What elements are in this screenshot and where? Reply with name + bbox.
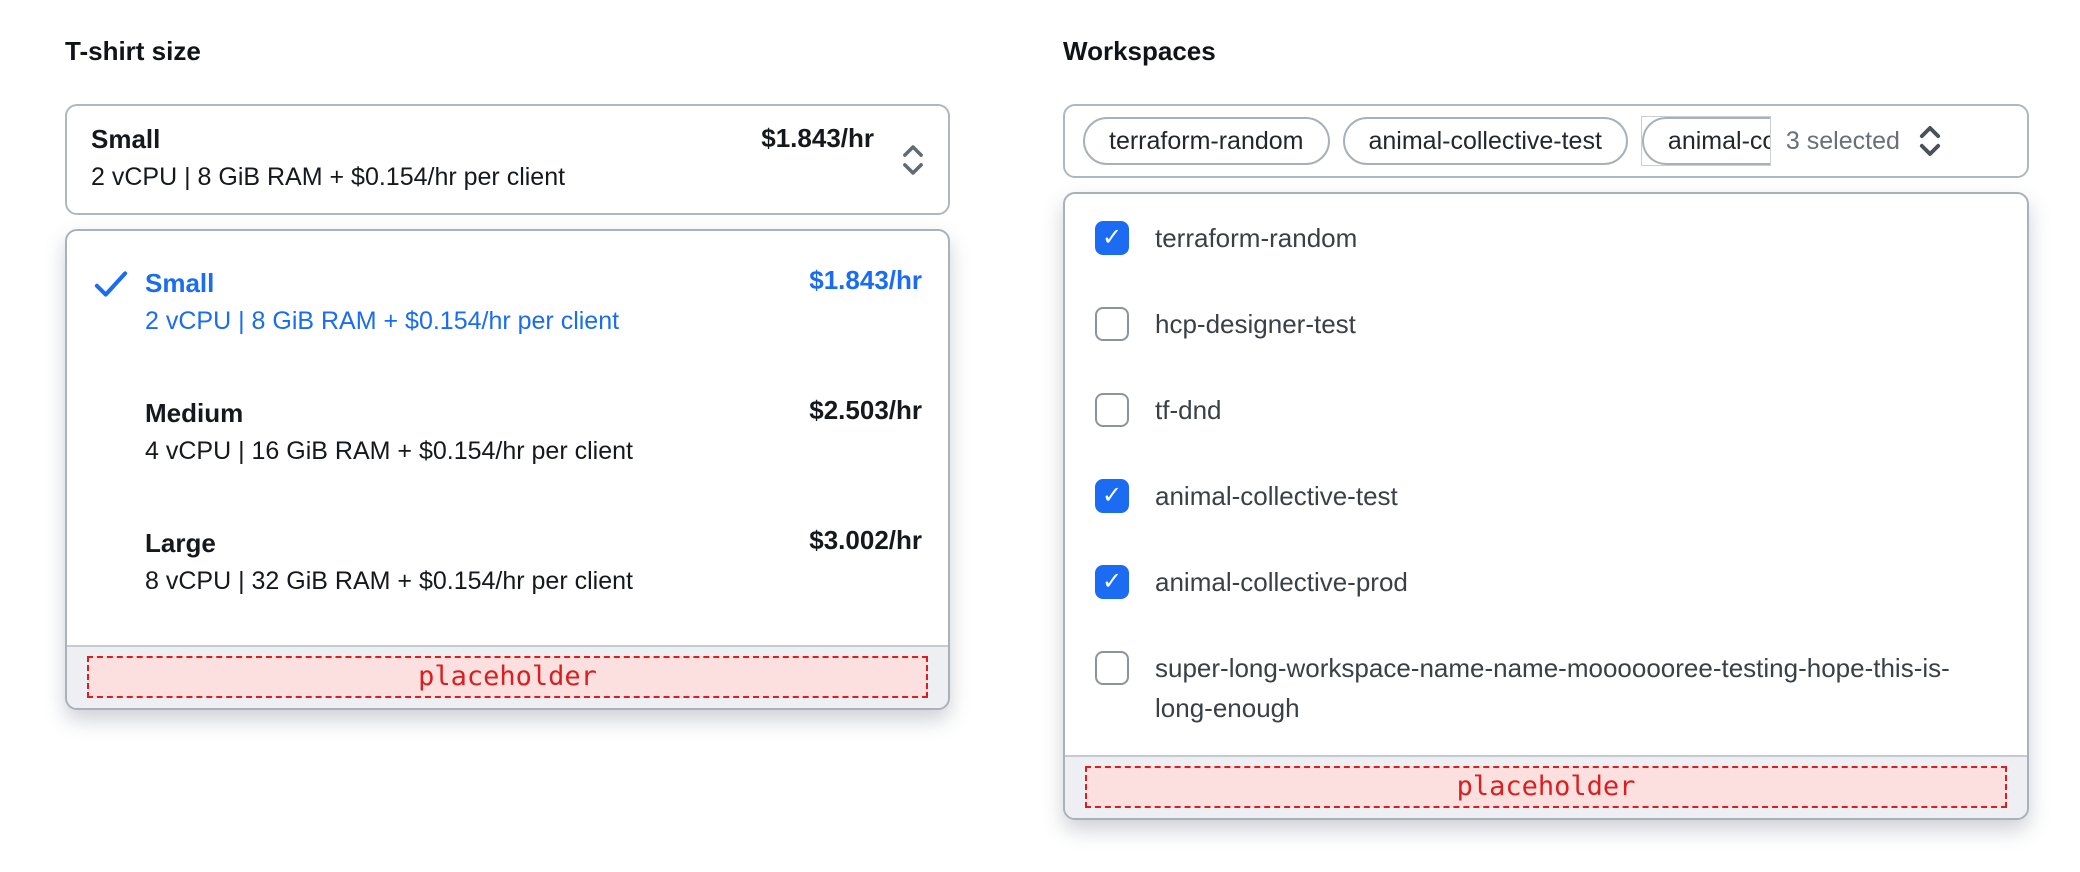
size-option-small[interactable]: Small $1.843/hr 2 vCPU | 8 GiB RAM + $0.…	[67, 239, 948, 369]
dropdown-footer: placeholder	[67, 645, 948, 708]
option-title: Small	[145, 268, 215, 298]
option-description: 2 vCPU | 8 GiB RAM + $0.154/hr per clien…	[145, 307, 620, 335]
option-title: Large	[145, 528, 216, 558]
checkbox[interactable]	[1095, 221, 1129, 255]
workspace-option-label: animal-collective-test	[1155, 481, 1398, 511]
check-icon	[93, 395, 145, 471]
workspaces-section: Workspaces terraform-random animal-colle…	[1063, 36, 2029, 820]
workspace-option-hcp-designer-test[interactable]: hcp-designer-test	[1095, 281, 2003, 367]
workspace-option-terraform-random[interactable]: terraform-random	[1095, 195, 2003, 281]
workspace-tag: animal-collective-test	[1342, 117, 1628, 165]
chevron-up-down-icon	[900, 142, 926, 178]
workspaces-options-list: terraform-random hcp-designer-test tf-dn…	[1065, 194, 2027, 755]
workspaces-select-trigger[interactable]: terraform-random animal-collective-test …	[1063, 104, 2029, 178]
size-option-large[interactable]: Large $3.002/hr 8 vCPU | 32 GiB RAM + $0…	[67, 499, 948, 629]
size-options-list: Small $1.843/hr 2 vCPU | 8 GiB RAM + $0.…	[67, 231, 948, 645]
workspace-option-tf-dnd[interactable]: tf-dnd	[1095, 367, 2003, 453]
dropdown-footer: placeholder	[1065, 755, 2027, 818]
tshirt-size-select-trigger[interactable]: Small 2 vCPU | 8 GiB RAM + $0.154/hr per…	[65, 104, 950, 215]
option-price: $2.503/hr	[809, 395, 922, 425]
option-description: 4 vCPU | 16 GiB RAM + $0.154/hr per clie…	[145, 437, 633, 465]
option-title: Medium	[145, 398, 244, 428]
workspace-option-label: super-long-workspace-name-name-moooooore…	[1155, 653, 1950, 723]
tshirt-size-section: T-shirt size Small 2 vCPU | 8 GiB RAM + …	[65, 36, 950, 710]
workspace-tag-clipped: animal-collective-prod	[1640, 116, 1771, 166]
selected-size-title: Small	[91, 124, 161, 154]
workspace-option-label: hcp-designer-test	[1155, 309, 1356, 339]
workspace-option-animal-collective-prod[interactable]: animal-collective-prod	[1095, 539, 2003, 625]
footer-placeholder: placeholder	[87, 656, 928, 698]
workspace-tag: animal-collective-prod	[1641, 117, 1770, 165]
tshirt-size-label: T-shirt size	[65, 36, 201, 66]
workspace-option-super-long[interactable]: super-long-workspace-name-name-moooooore…	[1095, 625, 2003, 751]
option-price: $3.002/hr	[809, 525, 922, 555]
workspace-option-animal-collective-test[interactable]: animal-collective-test	[1095, 453, 2003, 539]
workspaces-dropdown: terraform-random hcp-designer-test tf-dn…	[1063, 192, 2029, 820]
workspace-option-label: terraform-random	[1155, 223, 1358, 253]
workspaces-label: Workspaces	[1063, 36, 1216, 66]
selected-size-description: 2 vCPU | 8 GiB RAM + $0.154/hr per clien…	[91, 163, 566, 191]
option-description: 8 vCPU | 32 GiB RAM + $0.154/hr per clie…	[145, 567, 633, 595]
check-icon	[93, 525, 145, 601]
workspace-option-label: tf-dnd	[1155, 395, 1222, 425]
selected-count-label: 3 selected	[1785, 126, 1900, 155]
workspace-option-label: animal-collective-prod	[1155, 567, 1408, 597]
option-price: $1.843/hr	[809, 265, 922, 295]
check-icon	[93, 265, 145, 341]
checkbox[interactable]	[1095, 307, 1129, 341]
checkbox[interactable]	[1095, 651, 1129, 685]
checkbox[interactable]	[1095, 479, 1129, 513]
size-option-medium[interactable]: Medium $2.503/hr 4 vCPU | 16 GiB RAM + $…	[67, 369, 948, 499]
tshirt-size-dropdown: Small $1.843/hr 2 vCPU | 8 GiB RAM + $0.…	[65, 229, 950, 710]
checkbox[interactable]	[1095, 393, 1129, 427]
chevron-up-down-icon	[1917, 123, 1943, 159]
selected-size-price: $1.843/hr	[761, 123, 874, 153]
footer-placeholder: placeholder	[1085, 766, 2007, 808]
checkbox[interactable]	[1095, 565, 1129, 599]
workspace-tag: terraform-random	[1083, 117, 1330, 165]
